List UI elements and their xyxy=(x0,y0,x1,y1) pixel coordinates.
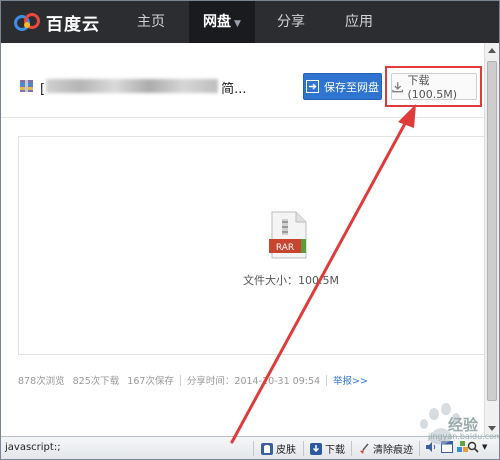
report-link[interactable]: 举报>> xyxy=(333,373,368,387)
share-stats: 878次浏览 825次下载 167次保存 分享时间：2014-10-31 09:… xyxy=(18,373,368,387)
cloud-logo-icon xyxy=(14,13,40,31)
clear-trace-button[interactable]: 清除痕迹 xyxy=(358,441,413,456)
watermark-url: jingyan.baidu.com xyxy=(428,432,500,441)
nav-home[interactable]: 主页 xyxy=(123,1,179,43)
skin-button[interactable]: 皮肤 xyxy=(261,441,296,456)
scroll-up-icon[interactable] xyxy=(488,48,496,53)
file-name-end: 简... xyxy=(221,82,247,97)
rar-file-icon: RAR xyxy=(269,211,307,259)
status-url: javascript:; xyxy=(5,442,61,453)
share-time: 分享时间：2014-10-31 09:54 xyxy=(186,376,321,387)
save-to-netdisk-button[interactable]: 保存至网盘 xyxy=(303,73,382,100)
chevron-down-icon: ▼ xyxy=(234,19,241,29)
view-count: 878次浏览 xyxy=(18,376,65,387)
save-icon xyxy=(306,80,319,93)
archive-file-icon xyxy=(20,80,33,92)
skin-label: 皮肤 xyxy=(276,445,296,456)
file-preview-panel xyxy=(18,136,484,355)
shirt-icon xyxy=(261,442,273,455)
divider xyxy=(1,117,484,118)
highlight-box xyxy=(385,66,482,107)
save-count: 167次保存 xyxy=(127,376,174,387)
download-arrow-icon xyxy=(310,442,322,455)
vertical-scrollbar[interactable] xyxy=(484,43,499,436)
save-label: 保存至网盘 xyxy=(324,80,379,94)
nav-netdisk[interactable]: 网盘 ▼ xyxy=(189,1,255,43)
baidu-cloud-logo[interactable]: 百度云 xyxy=(13,10,100,35)
blurred-file-name xyxy=(46,79,218,93)
rar-type-label: RAR xyxy=(276,243,294,253)
status-download-label: 下载 xyxy=(325,445,345,456)
logo-text: 百度云 xyxy=(46,14,100,35)
clear-trace-label: 清除痕迹 xyxy=(373,445,413,456)
file-name-start: [ xyxy=(40,82,46,97)
download-count: 825次下载 xyxy=(72,376,120,387)
broom-icon xyxy=(360,443,369,454)
nav-share[interactable]: 分享 xyxy=(263,1,319,43)
scroll-thumb[interactable] xyxy=(487,61,497,401)
nav-netdisk-label: 网盘 xyxy=(203,14,232,30)
nav-apps[interactable]: 应用 xyxy=(331,1,387,43)
top-nav: 百度云 主页 网盘 ▼ 分享 应用 xyxy=(1,1,499,43)
file-size-text: 文件大小：100.5M xyxy=(243,274,339,287)
status-download-button[interactable]: 下载 xyxy=(310,441,345,456)
